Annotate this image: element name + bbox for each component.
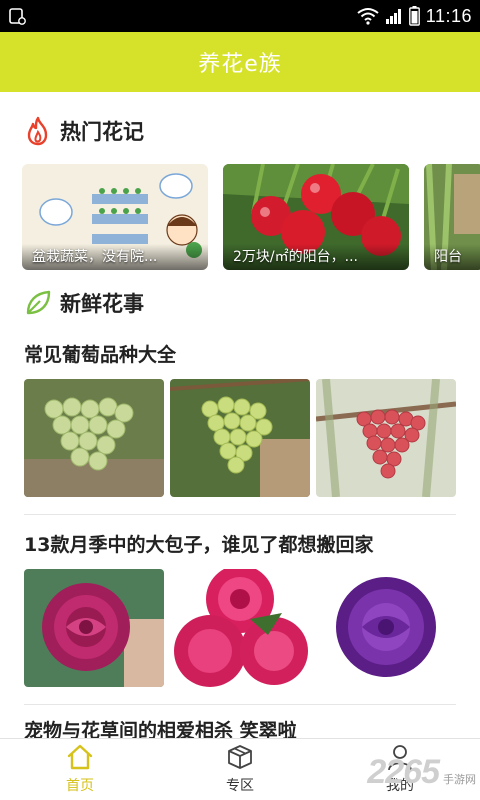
article-thumbnail[interactable]: [316, 379, 456, 497]
wifi-icon: [357, 8, 379, 25]
fire-icon: [27, 116, 48, 146]
divider: [24, 514, 456, 515]
hot-section-header: 热门花记: [24, 116, 144, 146]
hot-card-caption: 阳台: [424, 244, 480, 270]
hot-card[interactable]: 阳台: [424, 164, 480, 270]
article-images[interactable]: [24, 569, 456, 687]
tab-home-label: 首页: [66, 778, 94, 794]
app-header: 养花e族: [0, 32, 480, 92]
fresh-section-header: 新鲜花事: [24, 288, 144, 318]
hot-carousel[interactable]: 盆栽蔬菜，没有院... 2万块/㎡的阳台，... 阳台: [22, 164, 480, 270]
article-thumbnail[interactable]: [316, 569, 456, 687]
leaf-icon: [26, 290, 51, 315]
article-images[interactable]: [24, 379, 456, 497]
box-icon: [228, 745, 252, 769]
notification-icon: [9, 8, 26, 25]
fresh-section-title: 新鲜花事: [60, 292, 144, 316]
hot-card-caption: 2万块/㎡的阳台，...: [223, 244, 409, 270]
article-thumbnail[interactable]: [24, 379, 164, 497]
article-thumbnail[interactable]: [24, 569, 164, 687]
watermark: 2265 手游网: [367, 747, 476, 797]
feed[interactable]: 热门花记 盆栽蔬菜，没有院... 2万块/㎡的阳台，... 阳台 新鲜花事 常见…: [0, 92, 480, 738]
status-bar: 11:16: [0, 0, 480, 32]
app-title: 养花e族: [198, 52, 282, 77]
tab-home[interactable]: 首页: [20, 739, 140, 800]
screen: 11:16 养花e族 热门花记 盆栽蔬菜，没有院... 2万块/㎡的阳台，...…: [0, 0, 480, 800]
article-thumbnail[interactable]: [170, 379, 310, 497]
clock: 11:16: [425, 5, 472, 26]
divider: [24, 704, 456, 705]
watermark-number: 2265: [367, 752, 440, 791]
article-thumbnail[interactable]: [170, 569, 310, 687]
status-right: 11:16: [357, 0, 472, 32]
hot-card[interactable]: 2万块/㎡的阳台，...: [223, 164, 409, 270]
battery-icon: [408, 6, 420, 26]
hot-card-caption: 盆栽蔬菜，没有院...: [22, 244, 208, 270]
hot-section-title: 热门花记: [60, 120, 144, 144]
signal-icon: [385, 9, 401, 24]
article-title[interactable]: 常见葡萄品种大全: [24, 340, 176, 367]
article-title[interactable]: 13款月季中的大包子，谁见了都想搬回家: [24, 530, 373, 557]
home-icon: [67, 744, 93, 770]
article-title[interactable]: 宠物与花草间的相爱相杀 笑翠啦: [24, 716, 297, 738]
hot-card[interactable]: 盆栽蔬菜，没有院...: [22, 164, 208, 270]
tab-zone[interactable]: 专区: [180, 739, 300, 800]
watermark-text: 手游网: [443, 773, 476, 786]
tab-zone-label: 专区: [226, 778, 254, 794]
bottom-nav: 首页 专区 我的 2265 手游网: [0, 738, 480, 800]
